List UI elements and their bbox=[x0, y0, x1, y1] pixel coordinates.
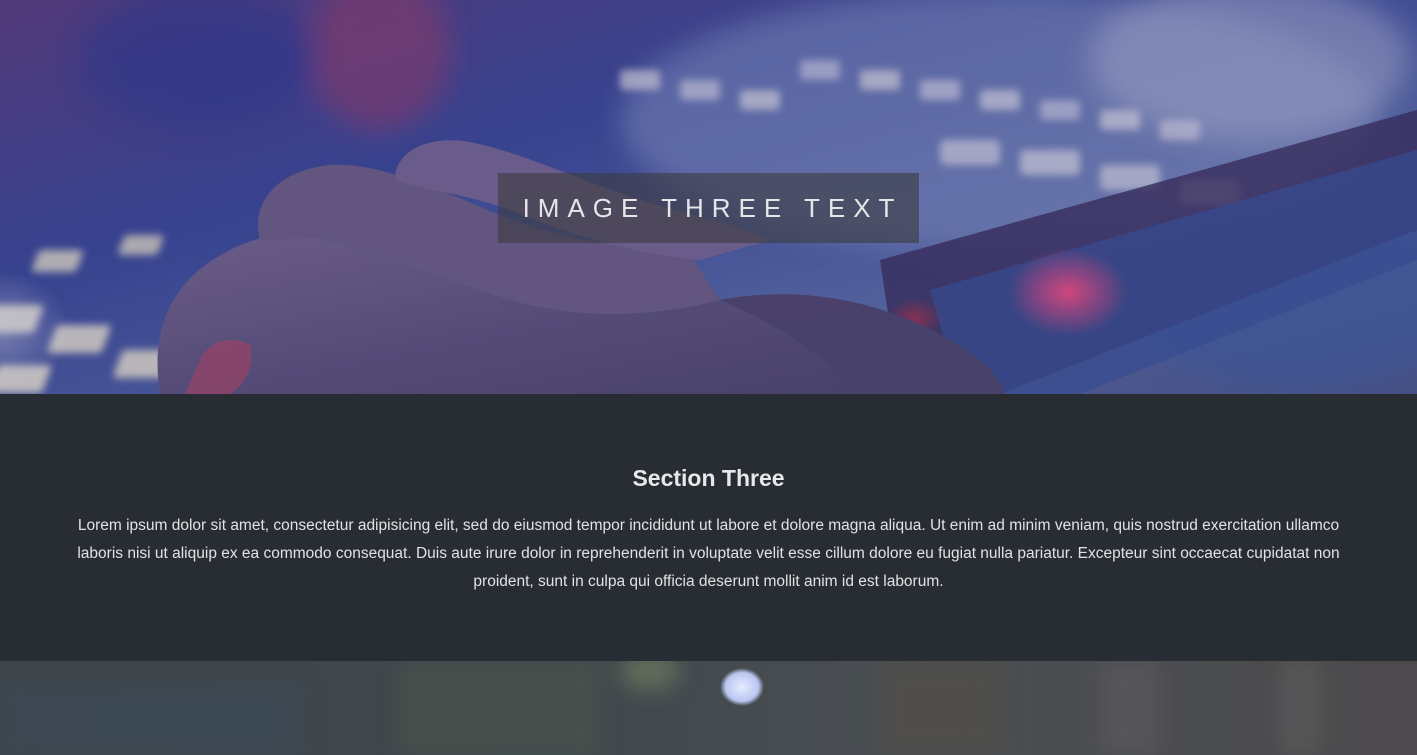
next-parallax-image bbox=[0, 661, 1417, 755]
section-three: Section Three Lorem ipsum dolor sit amet… bbox=[0, 394, 1417, 661]
page: IMAGE THREE TEXT Section Three Lorem ips… bbox=[0, 0, 1417, 755]
section-body-text: Lorem ipsum dolor sit amet, consectetur … bbox=[77, 517, 1340, 590]
next-image-photo bbox=[0, 661, 1417, 755]
hero-caption-box: IMAGE THREE TEXT bbox=[498, 173, 919, 243]
section-title: Section Three bbox=[632, 465, 785, 491]
hero-caption-text: IMAGE THREE TEXT bbox=[522, 192, 903, 223]
hero-image-three: IMAGE THREE TEXT bbox=[0, 0, 1417, 394]
